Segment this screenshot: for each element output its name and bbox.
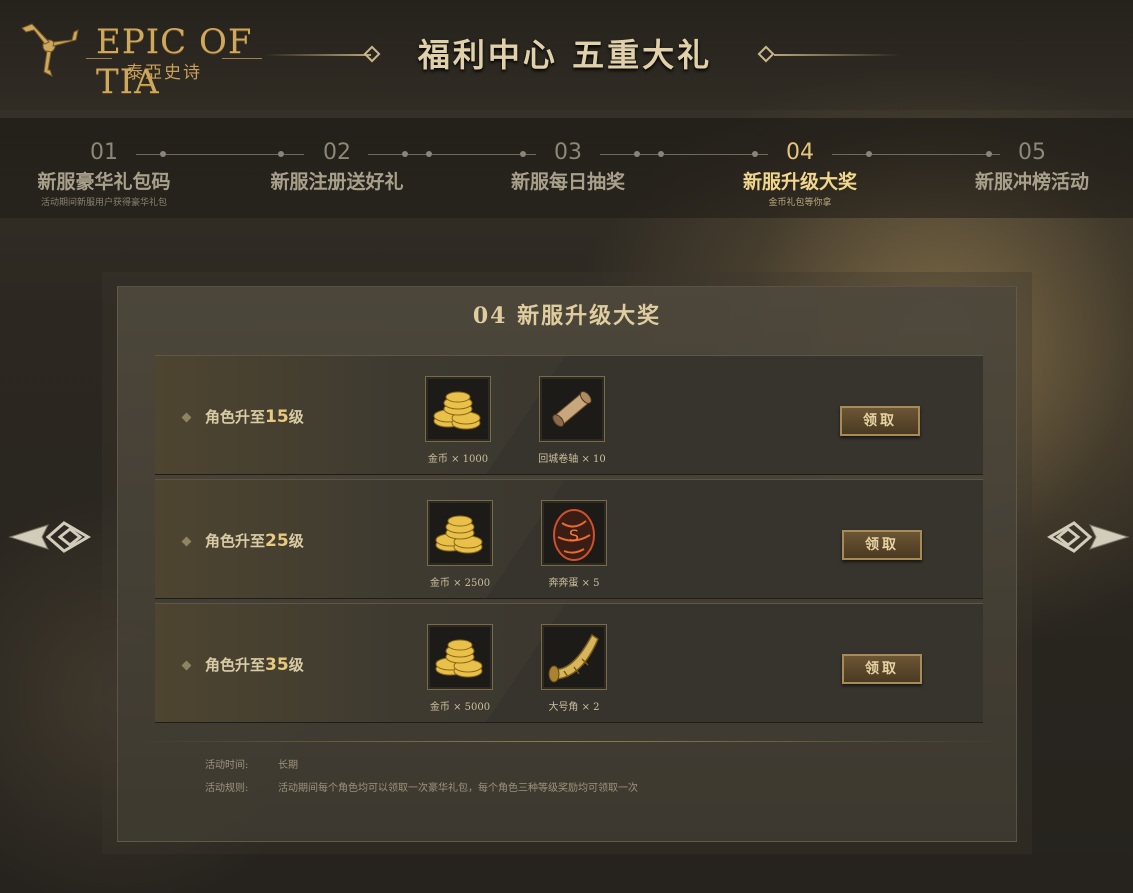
step-tab-01[interactable]: 01 新服豪华礼包码 活动期间新服用户获得豪华礼包: [4, 140, 204, 208]
item-name: 回城卷轴 × 10: [538, 454, 606, 465]
reward-item[interactable]: S 奔奔蛋 × 5: [534, 500, 614, 589]
step-tab-02[interactable]: 02 新服注册送好礼: [237, 140, 437, 194]
step-number: 02: [323, 140, 351, 165]
step-label: 新服注册送好礼: [270, 171, 404, 193]
item-slot: [539, 376, 605, 442]
claim-button[interactable]: 领取: [842, 654, 922, 684]
item-name: 金币 × 2500: [429, 578, 491, 589]
info-label: 活动规则:: [205, 783, 249, 794]
item-name: 金币 × 5000: [429, 702, 491, 713]
step-label: 新服升级大奖: [742, 171, 857, 193]
bullet-diamond-icon: [181, 536, 192, 547]
level-number: 15: [265, 407, 289, 427]
step-tab-03[interactable]: 03 新服每日抽奖: [468, 140, 668, 194]
level-number: 35: [265, 655, 289, 675]
game-logo[interactable]: EPIC OF TIA 泰亞史诗: [14, 12, 264, 102]
gold-coins-icon: [435, 639, 483, 678]
scroll-icon: [552, 390, 592, 428]
claim-button[interactable]: 领取: [842, 530, 922, 560]
item-slot: [427, 624, 493, 690]
bullet-diamond-icon: [181, 660, 192, 671]
logo-underline-right: [222, 58, 262, 59]
svg-text:S: S: [569, 526, 579, 545]
item-name: 金币 × 1000: [427, 454, 489, 465]
step-tab-04[interactable]: 04 新服升级大奖 金币礼包等你拿: [700, 140, 900, 208]
reward-row-level-15: 角色升至15级 金币 × 1000 回城卷轴 × 10 领取: [155, 355, 983, 475]
info-label: 活动时间:: [205, 760, 249, 771]
reward-level-label: 角色升至25级: [205, 530, 304, 551]
prev-arrow-icon[interactable]: [8, 515, 92, 559]
info-value: 活动期间每个角色均可以领取一次豪华礼包，每个角色三种等级奖励均可领取一次: [278, 783, 638, 794]
horn-icon: [548, 633, 599, 683]
level-prefix: 角色升至: [205, 532, 266, 550]
gold-coins-icon: [433, 391, 481, 430]
reward-item[interactable]: 回城卷轴 × 10: [532, 376, 612, 465]
step-number: 03: [554, 140, 582, 165]
page-title: 福利中心 五重大礼: [417, 36, 713, 74]
reward-level-label: 角色升至15级: [205, 406, 304, 427]
reward-level-label: 角色升至35级: [205, 654, 304, 675]
bullet-diamond-icon: [181, 412, 192, 423]
step-number: 05: [1018, 140, 1046, 165]
item-slot: [425, 376, 491, 442]
info-value: 长期: [278, 760, 298, 771]
reward-row-level-35: 角色升至35级 金币 × 5000 大号角 × 2 领取: [155, 603, 983, 723]
item-slot: [427, 500, 493, 566]
item-name: 奔奔蛋 × 5: [548, 578, 600, 589]
claim-button[interactable]: 领取: [840, 406, 920, 436]
gold-coins-icon: [435, 515, 483, 554]
panel-title: 04 新服升级大奖: [472, 303, 662, 329]
step-label: 新服冲榜活动: [974, 171, 1089, 193]
reward-item[interactable]: 金币 × 2500: [420, 500, 500, 589]
level-number: 25: [265, 531, 289, 551]
level-prefix: 角色升至: [205, 656, 266, 674]
activity-time: 活动时间: 长期: [205, 756, 298, 771]
step-number: 01: [90, 140, 118, 165]
step-label: 新服豪华礼包码: [37, 171, 171, 193]
level-suffix: 级: [288, 532, 304, 550]
step-label: 新服每日抽奖: [510, 171, 625, 193]
title-line-left: [265, 54, 371, 56]
item-slot: S: [541, 500, 607, 566]
logo-underline-left: [86, 58, 112, 59]
reward-item[interactable]: 大号角 × 2: [534, 624, 614, 713]
next-arrow-icon[interactable]: [1046, 515, 1130, 559]
step-subtitle: 金币礼包等你拿: [768, 198, 832, 208]
logo-chinese-text: 泰亞史诗: [126, 63, 202, 83]
item-slot: [541, 624, 607, 690]
triskelion-logo-icon: [21, 23, 79, 77]
level-suffix: 级: [288, 656, 304, 674]
reward-item[interactable]: 金币 × 5000: [420, 624, 500, 713]
egg-icon: S: [553, 509, 595, 561]
panel-divider: [140, 741, 1000, 742]
title-line-right: [774, 54, 900, 56]
level-prefix: 角色升至: [205, 408, 266, 426]
level-suffix: 级: [288, 408, 304, 426]
step-number: 04: [786, 140, 814, 165]
item-name: 大号角 × 2: [548, 702, 600, 713]
reward-row-level-25: 角色升至25级 金币 × 2500 S 奔奔蛋 × 5 领取: [155, 479, 983, 599]
step-subtitle: 活动期间新服用户获得豪华礼包: [40, 198, 167, 208]
reward-item[interactable]: 金币 × 1000: [418, 376, 498, 465]
step-tab-05[interactable]: 05 新服冲榜活动: [932, 140, 1132, 194]
activity-rules: 活动规则: 活动期间每个角色均可以领取一次豪华礼包，每个角色三种等级奖励均可领取…: [205, 779, 638, 794]
